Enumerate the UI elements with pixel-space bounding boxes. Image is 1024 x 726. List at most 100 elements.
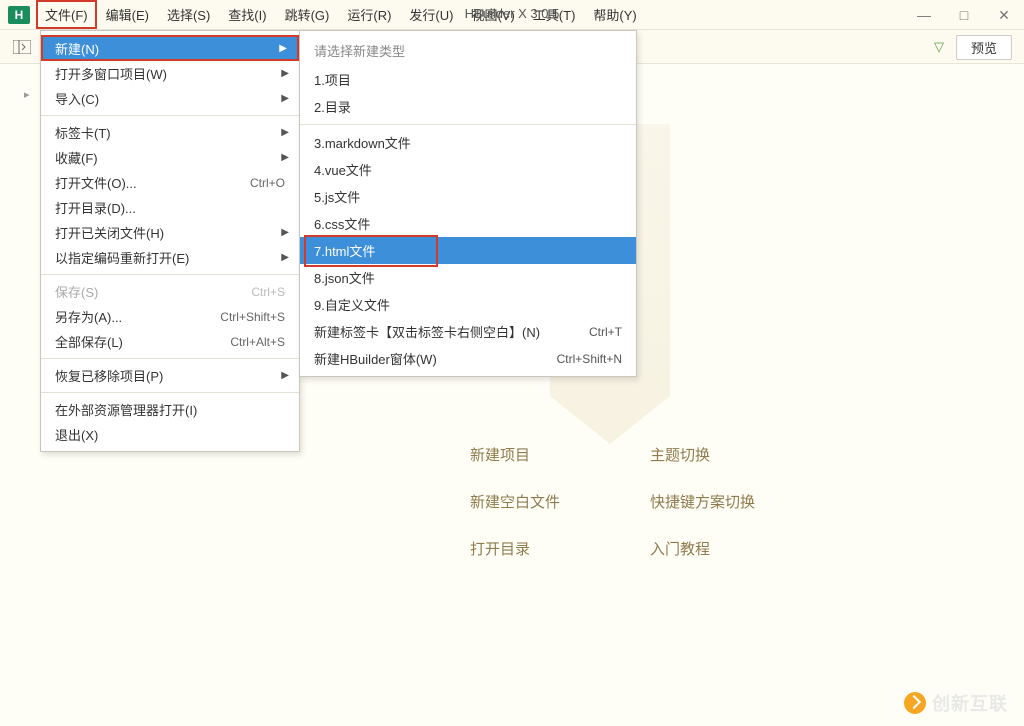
menu-item-label: 在外部资源管理器打开(I) <box>55 400 285 419</box>
submenu-item-label: 2.目录 <box>314 97 622 116</box>
preview-button[interactable]: 预览 <box>956 35 1012 60</box>
file-menu-item[interactable]: 打开已关闭文件(H)▶ <box>41 220 299 245</box>
menu-goto[interactable]: 跳转(G) <box>276 0 339 29</box>
new-submenu-item[interactable]: 9.自定义文件 <box>300 291 636 318</box>
menu-item-label: 打开目录(D)... <box>55 198 285 217</box>
submenu-item-shortcut: Ctrl+T <box>589 325 622 339</box>
menu-help[interactable]: 帮助(Y) <box>584 0 645 29</box>
menu-item-label: 退出(X) <box>55 425 285 444</box>
submenu-arrow-icon: ▶ <box>281 152 289 163</box>
submenu-item-label: 3.markdown文件 <box>314 133 622 152</box>
watermark: 创新互联 <box>904 690 1008 716</box>
menu-item-shortcut: Ctrl+Alt+S <box>230 335 285 349</box>
new-submenu-item[interactable]: 新建标签卡【双击标签卡右侧空白】(N)Ctrl+T <box>300 318 636 345</box>
new-submenu: 请选择新建类型 1.项目2.目录3.markdown文件4.vue文件5.js文… <box>299 30 637 377</box>
submenu-item-label: 9.自定义文件 <box>314 295 622 314</box>
menu-separator <box>41 392 299 393</box>
menu-item-label: 收藏(F) <box>55 148 285 167</box>
menu-item-label: 打开已关闭文件(H) <box>55 223 285 242</box>
submenu-item-label: 5.js文件 <box>314 187 622 206</box>
new-submenu-item[interactable]: 3.markdown文件 <box>300 129 636 156</box>
filter-icon[interactable]: ▽ <box>934 39 944 55</box>
menu-separator <box>41 358 299 359</box>
file-menu-item[interactable]: 另存为(A)...Ctrl+Shift+S <box>41 304 299 329</box>
submenu-arrow-icon: ▶ <box>279 43 287 54</box>
minimize-button[interactable]: — <box>904 0 944 30</box>
submenu-arrow-icon: ▶ <box>281 252 289 263</box>
submenu-item-label: 8.json文件 <box>314 268 622 287</box>
new-submenu-item[interactable]: 7.html文件 <box>300 237 636 264</box>
menu-publish[interactable]: 发行(U) <box>400 0 462 29</box>
submenu-arrow-icon: ▶ <box>281 227 289 238</box>
new-submenu-item[interactable]: 4.vue文件 <box>300 156 636 183</box>
menu-separator <box>41 115 299 116</box>
link-shortcut-scheme[interactable]: 快捷键方案切换 <box>650 491 800 512</box>
submenu-item-label: 4.vue文件 <box>314 160 622 179</box>
submenu-item-label: 新建标签卡【双击标签卡右侧空白】(N) <box>314 322 589 341</box>
menu-item-label: 全部保存(L) <box>55 332 230 351</box>
file-menu-item[interactable]: 打开多窗口项目(W)▶ <box>41 61 299 86</box>
file-menu-item[interactable]: 标签卡(T)▶ <box>41 120 299 145</box>
welcome-links: 新建项目 主题切换 新建空白文件 快捷键方案切换 打开目录 入门教程 <box>470 444 800 559</box>
new-submenu-item[interactable]: 1.项目 <box>300 66 636 93</box>
new-submenu-item[interactable]: 新建HBuilder窗体(W)Ctrl+Shift+N <box>300 345 636 372</box>
menu-item-label: 另存为(A)... <box>55 307 220 326</box>
app-icon: H <box>8 6 30 24</box>
menu-item-label: 打开多窗口项目(W) <box>55 64 285 83</box>
menu-separator <box>41 274 299 275</box>
link-new-project[interactable]: 新建项目 <box>470 444 620 465</box>
menu-file[interactable]: 文件(F) <box>36 0 97 29</box>
watermark-logo-icon <box>904 692 926 714</box>
menu-item-label: 以指定编码重新打开(E) <box>55 248 285 267</box>
submenu-item-label: 1.项目 <box>314 70 622 89</box>
maximize-button[interactable]: □ <box>944 0 984 30</box>
menu-item-label: 打开文件(O)... <box>55 173 250 192</box>
submenu-item-label: 7.html文件 <box>314 241 622 260</box>
sidebar-expand-icon[interactable]: ▸ <box>24 88 30 101</box>
new-submenu-item[interactable]: 6.css文件 <box>300 210 636 237</box>
menu-item-label: 新建(N) <box>55 39 285 58</box>
new-submenu-item[interactable]: 5.js文件 <box>300 183 636 210</box>
menu-item-label: 恢复已移除项目(P) <box>55 366 285 385</box>
submenu-arrow-icon: ▶ <box>281 127 289 138</box>
file-menu-dropdown: 新建(N)▶打开多窗口项目(W)▶导入(C)▶标签卡(T)▶收藏(F)▶打开文件… <box>40 30 300 452</box>
new-submenu-item[interactable]: 8.json文件 <box>300 264 636 291</box>
file-menu-item[interactable]: 以指定编码重新打开(E)▶ <box>41 245 299 270</box>
window-title: HBuilder X 3.0.5 <box>465 6 560 21</box>
file-menu-item[interactable]: 打开目录(D)... <box>41 195 299 220</box>
menu-edit[interactable]: 编辑(E) <box>97 0 158 29</box>
file-menu-item[interactable]: 恢复已移除项目(P)▶ <box>41 363 299 388</box>
titlebar: H 文件(F) 编辑(E) 选择(S) 查找(I) 跳转(G) 运行(R) 发行… <box>0 0 1024 30</box>
submenu-item-label: 新建HBuilder窗体(W) <box>314 349 557 368</box>
file-menu-item[interactable]: 新建(N)▶ <box>41 35 299 61</box>
menu-select[interactable]: 选择(S) <box>158 0 219 29</box>
file-menu-item[interactable]: 退出(X) <box>41 422 299 447</box>
watermark-text: 创新互联 <box>932 690 1008 716</box>
menu-item-label: 导入(C) <box>55 89 285 108</box>
link-tutorial[interactable]: 入门教程 <box>650 538 800 559</box>
menu-separator <box>300 124 636 125</box>
link-theme-switch[interactable]: 主题切换 <box>650 444 800 465</box>
menu-item-shortcut: Ctrl+S <box>251 285 285 299</box>
submenu-item-label: 6.css文件 <box>314 214 622 233</box>
submenu-item-shortcut: Ctrl+Shift+N <box>557 352 622 366</box>
close-button[interactable]: ✕ <box>984 0 1024 30</box>
submenu-arrow-icon: ▶ <box>281 68 289 79</box>
file-menu-item: 保存(S)Ctrl+S <box>41 279 299 304</box>
file-menu-item[interactable]: 导入(C)▶ <box>41 86 299 111</box>
file-menu-item[interactable]: 收藏(F)▶ <box>41 145 299 170</box>
window-controls: — □ ✕ <box>904 0 1024 30</box>
menu-item-label: 保存(S) <box>55 282 251 301</box>
menu-item-label: 标签卡(T) <box>55 123 285 142</box>
sidebar-toggle-icon[interactable] <box>10 35 34 59</box>
link-open-dir[interactable]: 打开目录 <box>470 538 620 559</box>
submenu-arrow-icon: ▶ <box>281 93 289 104</box>
menu-find[interactable]: 查找(I) <box>219 0 275 29</box>
new-submenu-item[interactable]: 2.目录 <box>300 93 636 120</box>
file-menu-item[interactable]: 在外部资源管理器打开(I) <box>41 397 299 422</box>
submenu-arrow-icon: ▶ <box>281 370 289 381</box>
file-menu-item[interactable]: 全部保存(L)Ctrl+Alt+S <box>41 329 299 354</box>
file-menu-item[interactable]: 打开文件(O)...Ctrl+O <box>41 170 299 195</box>
menu-run[interactable]: 运行(R) <box>338 0 400 29</box>
link-new-blank-file[interactable]: 新建空白文件 <box>470 491 620 512</box>
